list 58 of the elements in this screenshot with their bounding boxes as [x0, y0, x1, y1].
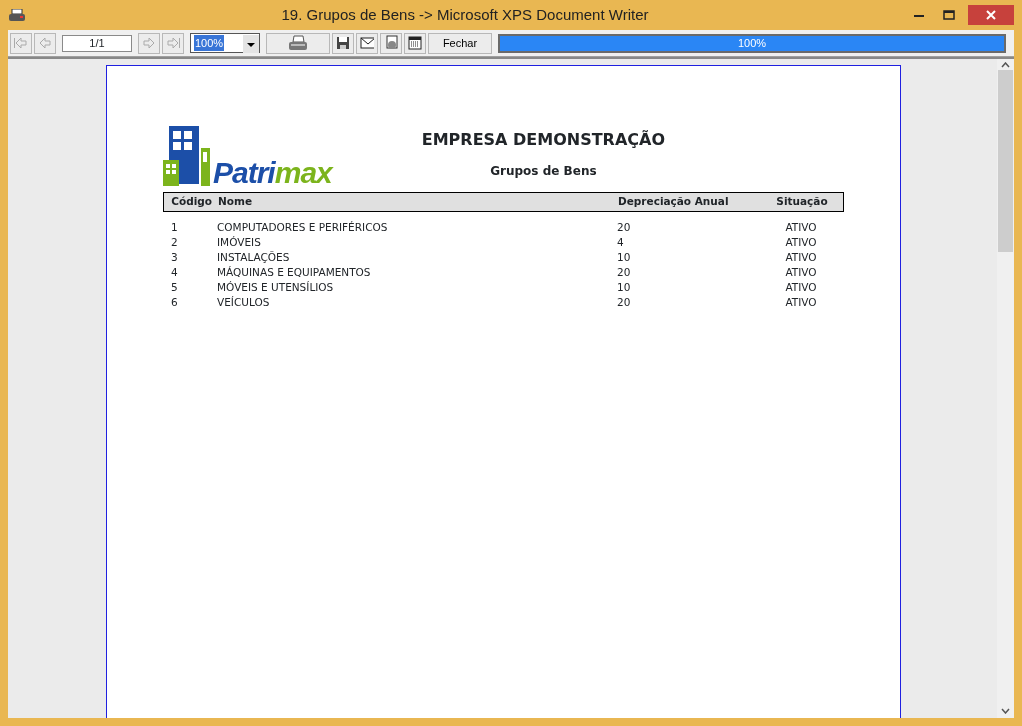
column-header: Código — [170, 194, 213, 209]
page-field[interactable]: 1/1 — [62, 34, 132, 52]
table-cell-text: VEÍCULOS — [217, 294, 271, 310]
table-cell-text: 20 — [617, 219, 632, 235]
zoom-dropdown[interactable]: 100% — [190, 33, 260, 53]
table-cell-text: 10 — [617, 279, 632, 295]
table-cell-text: ATIVO — [784, 279, 818, 295]
calendar-button[interactable] — [404, 32, 426, 54]
progress-reading: 100% — [736, 35, 768, 51]
window-title: 19. Grupos de Bens -> Microsoft XPS Document Writer — [280, 4, 650, 25]
close-button[interactable] — [968, 5, 1014, 25]
column-header: Nome — [218, 194, 254, 209]
print-button[interactable] — [266, 32, 330, 54]
column-header: Depreciação Anual — [618, 194, 730, 209]
table-cell-text: 20 — [617, 294, 632, 310]
table-cell-text: ATIVO — [784, 234, 818, 250]
scrollbar-thumb[interactable] — [998, 70, 1013, 252]
table-cell-text: 3 — [170, 249, 179, 265]
table-cell-text: MÓVEIS E UTENSÍLIOS — [217, 279, 335, 295]
table-cell-text: ATIVO — [784, 249, 818, 265]
calendar-icon — [408, 36, 422, 50]
table-cell-text: ATIVO — [784, 219, 818, 235]
table-cell-text: COMPUTADORES E PERIFÉRICOS — [217, 219, 389, 235]
table-cell-text: 1 — [170, 219, 179, 235]
table-cell-text: 20 — [617, 264, 632, 280]
page-setup-icon — [384, 35, 398, 51]
printer-icon — [288, 35, 308, 51]
close-report-button[interactable]: Fechar — [428, 32, 492, 54]
scroll-down-icon[interactable] — [1001, 708, 1010, 714]
vertical-scrollbar[interactable] — [997, 59, 1014, 718]
table-cell-text: 4 — [617, 234, 625, 250]
right-arrow-icon — [142, 36, 156, 50]
table-cell-text: 10 — [617, 249, 632, 265]
table-cell-text: MÁQUINAS E EQUIPAMENTOS — [217, 264, 372, 280]
close-icon — [985, 9, 997, 21]
caret-icon — [243, 34, 259, 53]
company-name: EMPRESA DEMONSTRAÇÃO — [421, 129, 666, 151]
table-cell-text: IMÓVEIS — [217, 234, 262, 250]
maximize-icon — [943, 10, 955, 20]
table-cell-text: 5 — [170, 279, 179, 295]
mail-button[interactable] — [356, 32, 378, 54]
minimize-icon — [914, 13, 924, 17]
table-cell-text: ATIVO — [784, 294, 818, 310]
table-cell-text: 2 — [170, 234, 179, 250]
table-cell-text: ATIVO — [784, 264, 818, 280]
save-button[interactable] — [332, 32, 354, 54]
last-page-arrow-icon — [166, 36, 180, 50]
envelope-icon — [360, 37, 374, 49]
report-title: Grupos de Bens — [490, 163, 597, 180]
left-arrow-icon — [38, 36, 52, 50]
table-cell-text: 4 — [170, 264, 179, 280]
buildings-logo-icon — [163, 126, 211, 186]
first-page-arrow-icon — [14, 36, 28, 50]
logo-wordmark: Patrimax — [213, 156, 332, 190]
table-cell-text: INSTALAÇÕES — [217, 249, 291, 265]
table-cell-text: 6 — [170, 294, 179, 310]
column-header: Situação — [775, 194, 829, 209]
scroll-up-icon[interactable] — [1001, 62, 1010, 68]
